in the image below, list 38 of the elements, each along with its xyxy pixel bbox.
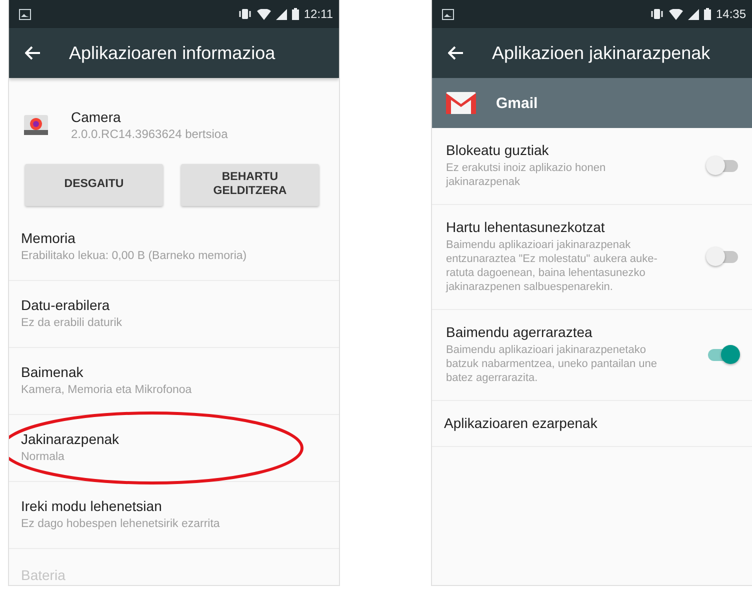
app-name: Camera <box>71 109 122 125</box>
battery-icon <box>704 8 711 20</box>
battery-icon <box>292 8 299 20</box>
wifi-icon <box>668 8 683 20</box>
settings-item[interactable]: Baimendu agerraraztea Baimendu aplikazioari jakinarazpenetako batzuk nabarmentzea, uneko pantailan une batez agerrarazita. <box>432 310 752 401</box>
app-version: 2.0.0.RC14.3963624 bertsioa <box>71 127 228 141</box>
settings-item[interactable]: Datu-erabilera Ez da erabili daturik <box>9 281 339 348</box>
signal-icon <box>688 8 699 20</box>
signal-icon <box>276 8 287 20</box>
status-time: 14:35 <box>716 7 746 21</box>
status-time: 12:11 <box>304 7 333 21</box>
setting-description: Ez erakutsi inoiz aplikazio honen jakinarazpenak <box>446 161 607 190</box>
setting-title: Baimendu agerraraztea <box>446 324 594 340</box>
settings-item[interactable]: Baimenak Kamera, Memoria eta Mikrofonoa <box>9 348 339 415</box>
setting-description: Baimendu aplikazioari jakinarazpenak entzunaraztea "Ez molestatu" aukera auke-ratuta dagoenean, baina lehentasunezko jakinarazpenen salbuespenarekin. <box>446 238 658 295</box>
screen-title: Aplikazioaren informazioa <box>69 42 276 64</box>
setting-title: Blokeatu guztiak <box>446 142 550 158</box>
app-name: Gmail <box>496 94 538 112</box>
action-button[interactable]: BEHARTU GELDITZERA <box>181 164 319 206</box>
image-icon <box>19 8 31 20</box>
setting-title: Hartu lehentasunezkotzat <box>446 218 606 235</box>
back-arrow-icon[interactable] <box>25 46 41 60</box>
settings-item[interactable]: Aplikazioaren ezarpenak <box>432 400 752 447</box>
settings-item[interactable]: Blokeatu guztiak Ez erakutsi inoiz aplikazio honen jakinarazpenak <box>432 128 752 205</box>
vibrate-icon <box>650 8 664 20</box>
image-icon <box>442 8 454 20</box>
envelope-icon <box>446 92 476 114</box>
settings-item[interactable]: Hartu lehentasunezkotzat Baimendu aplikazioari jakinarazpenak entzunaraztea "Ez molestatu" aukera auke-ratuta dagoenean, baina lehentasunezko jakinarazpenen salbuespenarekin. <box>432 204 752 310</box>
camera-icon <box>23 113 49 137</box>
settings-item[interactable]: Jakinarazpenak Normala <box>9 415 339 482</box>
back-arrow-icon[interactable] <box>448 46 464 60</box>
settings-item[interactable]: Ireki modu lehenetsian Ez dago hobespen lehenetsirik ezarrita <box>9 482 339 549</box>
settings-item[interactable]: Memoria Erabilitako lekua: 0,00 B (Barneko memoria) <box>9 214 339 281</box>
wifi-icon <box>256 8 271 20</box>
screen-title: Aplikazioen jakinarazpenak <box>492 42 710 64</box>
vibrate-icon <box>238 8 252 20</box>
action-button[interactable]: DESGAITU <box>25 164 163 206</box>
setting-description: Baimendu aplikazioari jakinarazpenetako batzuk nabarmentzea, uneko pantailan une batez agerrarazita. <box>446 342 658 386</box>
